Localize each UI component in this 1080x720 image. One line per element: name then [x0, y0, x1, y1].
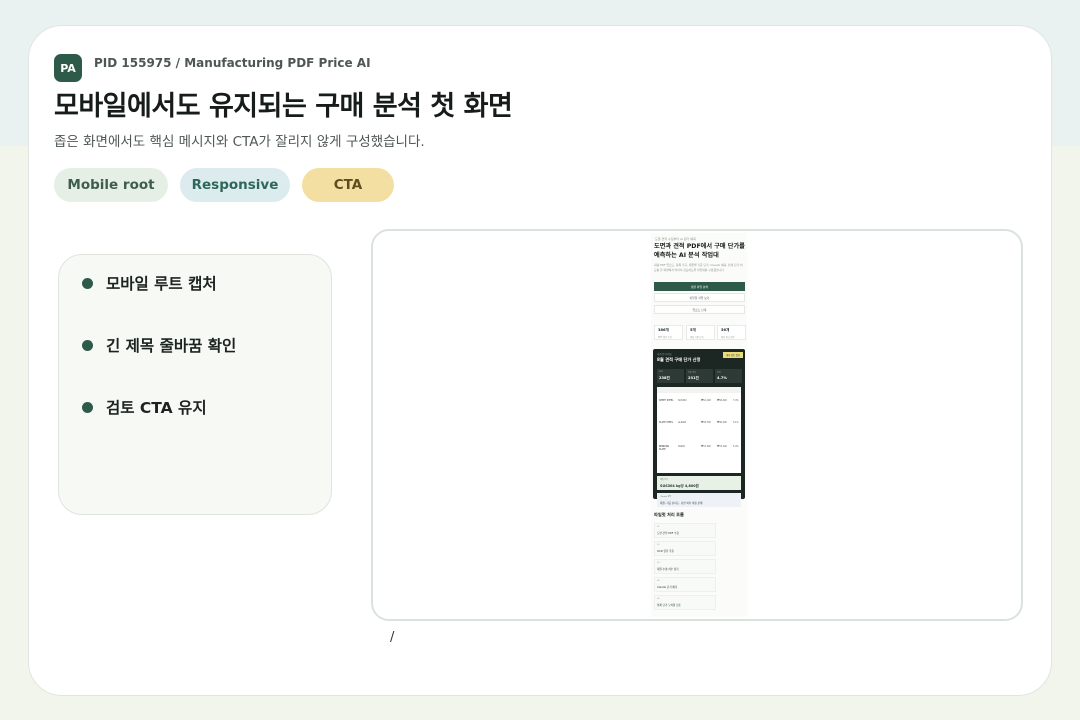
phone-stat: 56개 예측 비교 완료 — [717, 325, 746, 340]
phone-summary-card: Claude 요약 재질, 가공 난이도, 표면 처리 비용 분해 — [657, 493, 741, 507]
table-cell: ₩31,300 — [701, 445, 711, 448]
phone-primary-button[interactable]: 샘플 파일 분석 — [654, 282, 745, 291]
phone-step: 05 실제 단가 오차율 검토 — [654, 595, 716, 610]
table-row: BENDING PLATE — [659, 445, 670, 451]
phone-analysis-card: 추천 단가 비교 8월 견적 구매 단가 산정 예측 검토 필요 PDF 238… — [653, 349, 745, 507]
bullet-icon — [82, 339, 93, 351]
phone-material-card: 재질 단가 SUS304 kg당 4,800원 — [657, 476, 741, 490]
table-cell: ₩44,700 — [701, 421, 711, 424]
table-cell: AL6061 — [678, 421, 687, 424]
table-header — [657, 387, 741, 393]
table-cell: ₩46,200 — [717, 421, 727, 424]
table-cell: ₩52,100 — [701, 399, 711, 402]
phone-section-title: 파일럿 처리 흐름 — [654, 512, 684, 517]
chip-mobile-root[interactable]: Mobile root — [54, 168, 168, 202]
table-cell: 5.4% — [733, 445, 739, 448]
phone-step: 04 Claude 단가 예측 — [654, 577, 716, 592]
page-title: 모바일에서도 유지되는 구매 분석 첫 화면 — [54, 91, 513, 122]
phone-step: 02 OCR 항목 추출 — [654, 541, 716, 556]
table-row: SHEET STEEL — [659, 399, 674, 402]
phone-title: 도면과 견적 PDF에서 구매 단가를 예측하는 AI 분석 작업대 — [654, 243, 745, 259]
checklist-item: 검토 CTA 유지 — [82, 396, 207, 418]
table-cell: SUS304 — [678, 399, 687, 402]
bullet-icon — [82, 401, 93, 413]
table-row: PLATE STEEL — [659, 421, 674, 424]
phone-review-tag: 예측 검토 필요 — [723, 352, 743, 358]
phone-secondary-button[interactable]: 파일럿 작업 보기 — [654, 293, 745, 302]
phone-stat: 386개 PDF 원본 수집 — [654, 325, 683, 340]
phone-tertiary-button[interactable]: 업로드 단계 — [654, 305, 745, 314]
table-cell: SS400 — [678, 445, 685, 448]
phone-mini-stat: 오차 4.7% — [715, 369, 742, 383]
chip-responsive[interactable]: Responsive — [180, 168, 290, 202]
project-id: PID 155975 / Manufacturing PDF Price AI — [94, 56, 371, 70]
checklist-item: 모바일 루트 캡처 — [82, 272, 217, 294]
phone-eyebrow: 도면·견적 수집부터 AI 원가 예측 — [655, 237, 696, 241]
phone-step: 03 재질·수량·치수 정리 — [654, 559, 716, 574]
phone-price-table: SHEET STEEL SUS304 ₩52,100 ₩58,400 7.4% … — [657, 387, 741, 473]
phone-step: 01 도면·견적 PDF 수집 — [654, 523, 716, 538]
page-subtitle: 좁은 화면에서도 핵심 메시지와 CTA가 잘리지 않게 구성했습니다. — [54, 134, 425, 150]
phone-mini-stat: PDF 238건 — [657, 369, 684, 383]
route-path: / — [390, 630, 395, 645]
table-cell: 7.4% — [733, 399, 739, 402]
mobile-screenshot: 도면·견적 수집부터 AI 원가 예측 도면과 견적 PDF에서 구매 단가를 … — [651, 233, 747, 617]
chip-cta[interactable]: CTA — [302, 168, 394, 202]
phone-mini-stat: 추출 항목 231건 — [686, 369, 713, 383]
mobile-preview-frame: 도면·견적 수집부터 AI 원가 예측 도면과 견적 PDF에서 구매 단가를 … — [371, 229, 1023, 621]
phone-desc: 대량 PDF 업로드, 항목 추출, 재질별 기준 단가, Claude 예측,… — [654, 263, 743, 272]
bullet-icon — [82, 277, 93, 289]
table-cell: 3.1% — [733, 421, 739, 424]
table-cell: ₩33,100 — [717, 445, 727, 448]
phone-stat: 5개 재질 기준 단가 — [686, 325, 715, 340]
table-cell: ₩58,400 — [717, 399, 727, 402]
checklist-item: 긴 제목 줄바꿈 확인 — [82, 334, 236, 356]
app-badge: PA — [54, 54, 82, 82]
